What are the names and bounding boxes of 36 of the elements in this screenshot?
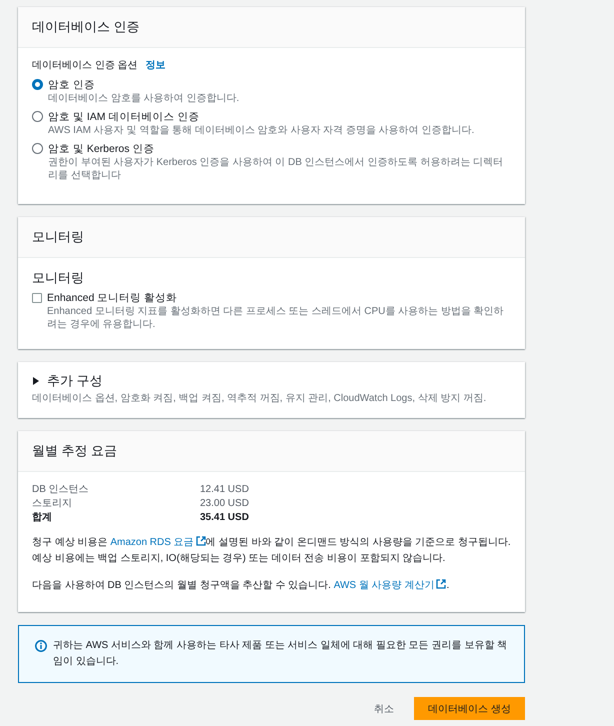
option-description: AWS IAM 사용자 및 역할을 통해 데이터베이스 암호와 사용자 자격 증명을 사용하여 인증합니다. <box>48 124 474 137</box>
cost-value: 35.41 USD <box>200 511 249 524</box>
radio-label[interactable]: 암호 인증 <box>48 78 95 92</box>
option-description: 권한이 부여된 사용자가 Kerberos 인증을 사용하여 이 DB 인스턴스에서 인증하도록 허용하려는 디렉터리를 선택합니다 <box>48 156 504 182</box>
radio-button[interactable] <box>32 79 43 90</box>
info-link[interactable]: 정보 <box>146 59 166 73</box>
cost-label: 스토리지 <box>32 497 72 510</box>
external-link[interactable]: AWS 월 사용량 계산기 <box>334 580 446 591</box>
option-description: 데이터베이스 암호를 사용하여 인증합니다. <box>48 92 240 105</box>
checkbox-label[interactable]: Enhanced 모니터링 활성화 <box>47 291 178 305</box>
create-database-button[interactable]: 데이터베이스 생성 <box>414 697 525 720</box>
pricing-note: 청구 예상 비용은 Amazon RDS 요금 에 설명된 바와 같이 온디맨드 방식의 사용량을 기준으로 청구됩니다. 예상 비용에는 백업 스토리지, IO(해당되는 경우) 또는 데이터 전송 비용이 포함되지 않습니다. <box>32 535 511 566</box>
panel-title: 데이터베이스 인증 <box>32 18 141 36</box>
configuration-summary: 데이터베이스 옵션, 암호화 켜짐, 백업 켜짐, 역추적 꺼짐, 유지 관리, CloudWatch Logs, 삭제 방지 꺼짐. <box>32 392 488 406</box>
section-subtitle: 모니터링 <box>32 269 85 287</box>
external-link-icon <box>196 536 206 546</box>
alert-text: 귀하는 AWS 서비스와 함께 사용하는 타사 제품 또는 서비스 일체에 대해 필요한 모든 권리를 보유할 책임이 있습니다. <box>53 639 508 669</box>
panel-title: 월별 추정 요금 <box>32 442 118 460</box>
field-label: 데이터베이스 인증 옵션 <box>32 59 138 73</box>
cancel-button[interactable]: 취소 <box>372 698 396 720</box>
radio-label[interactable]: 암호 및 IAM 데이터베이스 인증 <box>48 110 200 124</box>
cost-value: 12.41 USD <box>200 483 249 496</box>
info-icon <box>35 640 47 652</box>
cost-value: 23.00 USD <box>200 497 249 510</box>
radio-button[interactable] <box>32 111 43 122</box>
panel-title: 모니터링 <box>32 228 85 246</box>
pricing-note: 다음을 사용하여 DB 인스턴스의 월별 청구액을 추산할 수 있습니다. AWS 월 사용량 계산기 . <box>32 578 450 593</box>
radio-label[interactable]: 암호 및 Kerberos 인증 <box>48 142 154 156</box>
option-description: Enhanced 모니터링 지표를 활성화하면 다른 프로세스 또는 스레드에서 CPU를 사용하는 방법을 확인하려는 경우에 유용합니다. <box>47 305 505 331</box>
cost-label: 합계 <box>32 511 52 524</box>
cost-label: DB 인스턴스 <box>32 483 89 496</box>
checkbox[interactable] <box>32 293 42 303</box>
external-link-icon <box>436 579 446 589</box>
radio-button[interactable] <box>32 143 43 154</box>
additional-configuration-toggle[interactable]: 추가 구성 <box>32 372 103 390</box>
external-link[interactable]: Amazon RDS 요금 <box>110 537 206 548</box>
